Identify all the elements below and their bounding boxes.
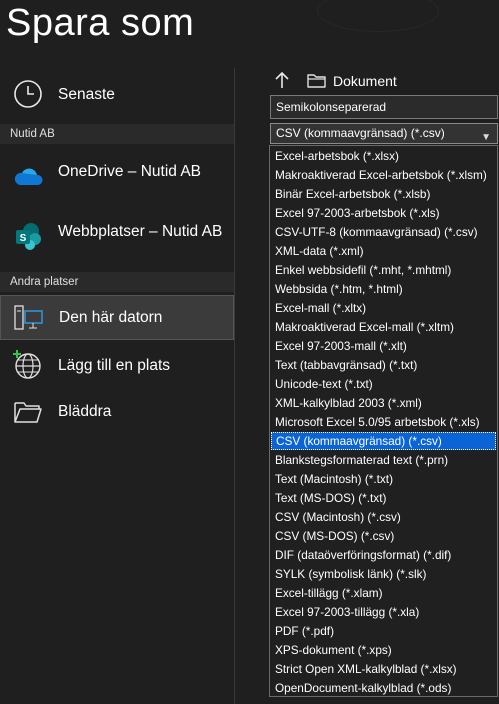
filetype-option[interactable]: Strict Open XML-kalkylblad (*.xlsx) (271, 660, 496, 678)
filetype-option[interactable]: SYLK (symbolisk länk) (*.slk) (271, 565, 496, 583)
filetype-option[interactable]: OpenDocument-kalkylblad (*.ods) (271, 679, 496, 697)
filetype-option[interactable]: Excel 97-2003-mall (*.xlt) (271, 337, 496, 355)
filetype-option[interactable]: Excel-arbetsbok (*.xlsx) (271, 147, 496, 165)
filename-input[interactable] (270, 95, 498, 119)
filetype-option[interactable]: CSV (kommaavgränsad) (*.csv) (271, 432, 496, 450)
filetype-option[interactable]: CSV (Macintosh) (*.csv) (271, 508, 496, 526)
header-decoration (317, 0, 439, 32)
filetype-option[interactable]: DIF (dataöverföringsformat) (*.dif) (271, 546, 496, 564)
filetype-option[interactable]: XPS-dokument (*.xps) (271, 641, 496, 659)
sharepoint-icon: S (12, 220, 44, 252)
nav-onedrive[interactable]: OneDrive – Nutid AB (0, 152, 234, 196)
page-title: Spara som (6, 2, 195, 44)
nav-browse-label: Bläddra (58, 403, 112, 420)
nav-recent[interactable]: Senaste (0, 74, 234, 114)
filetype-option[interactable]: Makroaktiverad Excel-arbetsbok (*.xlsm) (271, 166, 496, 184)
filetype-option[interactable]: Makroaktiverad Excel-mall (*.xltm) (271, 318, 496, 336)
filetype-option[interactable]: Excel-tillägg (*.xlam) (271, 584, 496, 602)
up-arrow-icon[interactable] (272, 70, 292, 90)
section-header-other: Andra platser (0, 272, 234, 292)
filetype-option[interactable]: Excel 97-2003-tillägg (*.xla) (271, 603, 496, 621)
nav-recent-label: Senaste (58, 86, 115, 103)
filetype-select[interactable]: CSV (kommaavgränsad) (*.csv) ▼ (270, 123, 498, 144)
nav-add-place[interactable]: Lägg till en plats (0, 346, 234, 386)
breadcrumb[interactable]: Dokument (333, 73, 397, 89)
svg-text:S: S (20, 233, 27, 244)
filetype-option[interactable]: Binär Excel-arbetsbok (*.xlsb) (271, 185, 496, 203)
filetype-option[interactable]: Text (Macintosh) (*.txt) (271, 470, 496, 488)
nav-this-pc[interactable]: Den här datorn (0, 295, 234, 340)
nav-browse[interactable]: Bläddra (0, 392, 234, 432)
onedrive-cloud-icon (12, 160, 44, 192)
filetype-option[interactable]: Unicode-text (*.txt) (271, 375, 496, 393)
computer-icon (12, 302, 44, 334)
folder-icon (307, 73, 327, 89)
nav-sites-label: Webbplatser – Nutid AB (58, 223, 223, 240)
filetype-option[interactable]: XML-kalkylblad 2003 (*.xml) (271, 394, 496, 412)
filetype-option[interactable]: Excel-mall (*.xltx) (271, 299, 496, 317)
nav-add-place-label: Lägg till en plats (58, 357, 171, 374)
clock-icon (12, 78, 44, 110)
filetype-option[interactable]: PDF (*.pdf) (271, 622, 496, 640)
folder-open-icon (12, 396, 44, 428)
filetype-dropdown-list: Excel-arbetsbok (*.xlsx) Makroaktiverad E… (269, 145, 498, 697)
panel-divider (234, 68, 235, 704)
filetype-option[interactable]: CSV (MS-DOS) (*.csv) (271, 527, 496, 545)
filetype-option[interactable]: Enkel webbsidefil (*.mht, *.mhtml) (271, 261, 496, 279)
filetype-option[interactable]: Excel 97-2003-arbetsbok (*.xls) (271, 204, 496, 222)
nav-this-pc-label: Den här datorn (59, 309, 163, 326)
filetype-option[interactable]: XML-data (*.xml) (271, 242, 496, 260)
filetype-option[interactable]: Blankstegsformaterad text (*.prn) (271, 451, 496, 469)
filetype-option[interactable]: CSV-UTF-8 (kommaavgränsad) (*.csv) (271, 223, 496, 241)
filetype-selected-label: CSV (kommaavgränsad) (*.csv) (276, 126, 445, 140)
section-header-org: Nutid AB (0, 124, 234, 144)
nav-onedrive-label: OneDrive – Nutid AB (58, 163, 202, 180)
filetype-option[interactable]: Microsoft Excel 5.0/95 arbetsbok (*.xls) (271, 413, 496, 431)
filetype-option[interactable]: Webbsida (*.htm, *.html) (271, 280, 496, 298)
filetype-option[interactable]: Text (MS-DOS) (*.txt) (271, 489, 496, 507)
filetype-option[interactable]: Text (tabbavgränsad) (*.txt) (271, 356, 496, 374)
nav-sites[interactable]: S Webbplatser – Nutid AB (0, 212, 234, 256)
globe-add-icon (12, 349, 44, 381)
